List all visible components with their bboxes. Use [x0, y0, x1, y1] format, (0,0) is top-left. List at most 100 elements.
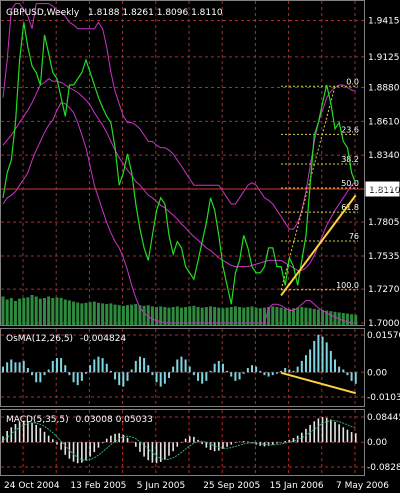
osma-bar: [72, 372, 75, 383]
osma-bar: [271, 372, 274, 376]
osma-bar: [230, 372, 233, 377]
osma-bar: [130, 369, 133, 373]
osma-bar: [97, 356, 100, 373]
volume-bar: [84, 302, 88, 325]
macd-axis-label: 0.00: [367, 438, 387, 448]
volume-bar: [341, 313, 345, 325]
macd-bar: [105, 438, 108, 443]
osma-bar: [6, 362, 9, 373]
osma-bar: [201, 372, 204, 384]
macd-bar: [238, 441, 241, 443]
osma-bar: [255, 366, 258, 373]
fibo-level-label: 50.0: [341, 179, 359, 188]
macd-axis-label: -0.08282: [367, 463, 400, 473]
volume-bar: [126, 305, 129, 325]
price-axis-label: 1.8070: [368, 185, 400, 195]
volume-bar: [22, 298, 26, 325]
macd-bar: [330, 419, 332, 443]
macd-bar: [52, 439, 54, 443]
macd-bar: [164, 442, 166, 460]
macd-bar: [180, 442, 183, 443]
macd-bar: [276, 442, 278, 444]
osma-bar: [163, 372, 166, 384]
osma-bar: [213, 363, 216, 373]
macd-bar: [213, 442, 216, 452]
osma-bar: [354, 372, 357, 384]
macd-bar: [39, 427, 42, 443]
osma-title: OsMA(12,26,5) -0.004824: [6, 334, 126, 344]
macd-bar: [334, 421, 336, 443]
macd-bar: [14, 424, 17, 443]
macd-bar: [93, 442, 96, 453]
macd-bar: [230, 442, 233, 445]
volume-bar: [5, 299, 9, 325]
volume-bar: [167, 307, 171, 325]
volume-bar: [150, 306, 154, 325]
osma-bar: [292, 370, 295, 373]
volume-bar: [333, 311, 337, 325]
osma-axis-label: -0.01039: [367, 393, 400, 403]
price-axis-label: 1.7805: [368, 218, 400, 228]
volume-bar: [254, 307, 258, 325]
macd-bar: [350, 432, 353, 443]
volume-bar: [209, 306, 212, 325]
volume-bar: [184, 307, 188, 325]
osma-bar: [114, 372, 117, 380]
volume-bar: [101, 303, 105, 325]
volume-bar: [72, 301, 76, 325]
macd-bar: [309, 424, 311, 443]
macd-bar: [201, 442, 203, 445]
macd-bar: [184, 438, 187, 443]
volume-bar: [26, 297, 30, 325]
volume-bar: [233, 306, 237, 325]
macd-axis-label: 0.08445: [367, 413, 400, 423]
volume-bar: [155, 307, 159, 325]
price-axis-label: 1.9415: [368, 17, 400, 27]
osma-bar: [172, 366, 175, 373]
volume-bar: [345, 313, 349, 325]
osma-bar: [251, 365, 253, 373]
macd-bar: [60, 442, 62, 450]
macd-bar: [122, 434, 125, 443]
macd-bar: [97, 442, 100, 448]
macd-bar: [168, 442, 170, 456]
volume-bar: [51, 298, 55, 325]
macd-bar: [176, 442, 179, 447]
macd-values: 0.03008 0.05033: [76, 415, 153, 425]
volume-bar: [18, 298, 22, 325]
volume-bar: [9, 298, 13, 325]
macd-bar: [301, 432, 303, 443]
osma-bar: [188, 366, 191, 373]
macd-bar: [118, 433, 120, 443]
macd-bar: [218, 442, 220, 451]
price-axis-label: 1.9125: [368, 53, 400, 63]
macd-bar: [72, 442, 75, 462]
volume-bar: [92, 301, 96, 325]
fibo-level-label: 0.0: [346, 77, 359, 86]
volume-bar: [117, 305, 121, 325]
osma-bar: [47, 369, 50, 373]
macd-bar: [317, 418, 320, 443]
osma-bar: [2, 366, 4, 373]
volume-bar: [175, 306, 179, 325]
fibo-level-label: 100.0: [336, 281, 359, 290]
volume-bar: [204, 307, 208, 325]
osma-bar: [159, 372, 162, 387]
macd-bar: [321, 417, 324, 443]
volume-bar: [47, 296, 51, 325]
date-axis-label: 13 Feb 2005: [70, 481, 126, 491]
osma-bar: [184, 359, 187, 373]
macd-title: MACD(5,35,5) 0.03008 0.05033: [6, 415, 153, 425]
volume-bar: [188, 306, 192, 325]
osma-bar: [226, 370, 229, 373]
date-axis-label: 15 Jan 2006: [270, 481, 324, 491]
price-axis-label: 1.7270: [368, 285, 400, 295]
osma-bar: [342, 369, 345, 373]
osma-bar: [76, 372, 79, 386]
osma-bar: [242, 372, 245, 374]
price-axis-label: 1.7000: [368, 319, 400, 329]
chart-canvas[interactable]: 0.023.638.250.061.876100.0 1.8110 1.9415…: [0, 0, 400, 493]
volume-bar: [121, 305, 125, 325]
volume-bar: [63, 299, 67, 325]
price-axis-label: 1.8880: [368, 84, 400, 94]
